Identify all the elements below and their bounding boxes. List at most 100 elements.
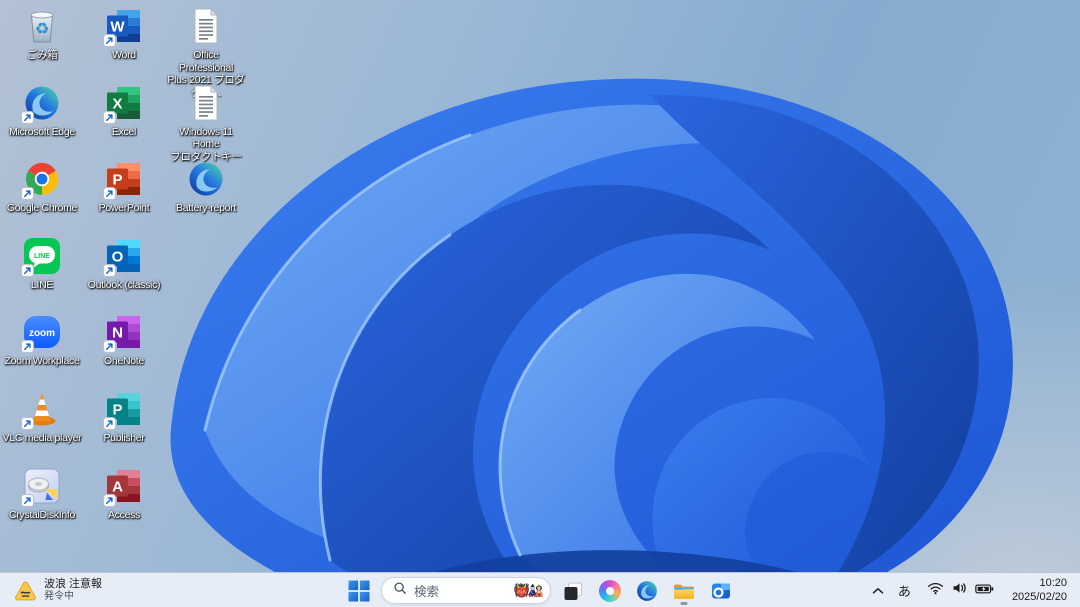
shortcut-arrow-icon bbox=[21, 263, 34, 277]
desktop-icon-label: VLC media player bbox=[2, 432, 82, 444]
system-tray: あ 10:20 2025/02/20 bbox=[867, 573, 1074, 607]
clock[interactable]: 10:20 2025/02/20 bbox=[1005, 576, 1074, 606]
desktop-icon-item[interactable]: ♻ ごみ箱 bbox=[1, 6, 83, 62]
widget-alert-status: 発令中 bbox=[44, 591, 74, 602]
shortcut-arrow-icon bbox=[103, 110, 116, 124]
edge-icon bbox=[186, 159, 226, 199]
shortcut-arrow-icon bbox=[21, 417, 34, 430]
desktop-icon-label: Battery-report bbox=[176, 202, 236, 215]
ime-mode-button[interactable]: あ bbox=[893, 576, 916, 606]
desktop-icon-publisher[interactable]: P Publisher bbox=[83, 389, 165, 445]
powerpoint-icon: P bbox=[103, 159, 144, 201]
desktop-icon-google-chrome[interactable]: Google Chrome bbox=[1, 159, 83, 215]
file-explorer-icon bbox=[672, 579, 696, 603]
copilot-icon bbox=[599, 579, 621, 602]
task-view-button[interactable] bbox=[558, 576, 588, 606]
shortcut-arrow-icon bbox=[103, 34, 116, 47]
file-explorer-button[interactable] bbox=[669, 576, 699, 606]
shortcut-arrow-icon bbox=[21, 110, 34, 124]
widgets-button[interactable]: 波浪 注意報 発令中 bbox=[8, 573, 108, 607]
desktop-icon-crystaldiskinfo[interactable]: CrystalDiskInfo bbox=[1, 466, 83, 522]
running-app-indicator bbox=[680, 601, 688, 605]
svg-text:LINE: LINE bbox=[34, 253, 50, 260]
vlc-icon bbox=[21, 389, 62, 430]
access-icon: A bbox=[103, 466, 144, 507]
weather-warning-icon bbox=[14, 580, 37, 601]
desktop-icon-onenote[interactable]: N OneNote bbox=[83, 312, 165, 368]
shortcut-arrow-icon bbox=[103, 263, 116, 277]
desktop-icon-zoom-workplace[interactable]: zoom Zoom Workplace bbox=[1, 312, 83, 368]
desktop-icon-label: Access bbox=[107, 508, 141, 521]
desktop-icon-label: Outlook (classic) bbox=[87, 278, 161, 291]
shortcut-arrow-icon bbox=[21, 493, 34, 507]
desktop-icon-access[interactable]: A Access bbox=[83, 466, 165, 522]
desktop-icon-label: Publisher bbox=[103, 432, 145, 444]
desktop-icon-label: Microsoft Edge bbox=[9, 125, 75, 138]
outlook-button[interactable] bbox=[706, 576, 736, 606]
desktop-icon-area: ♻ ごみ箱 Microsoft Edge Google Chrome LINE LI… bbox=[0, 0, 1080, 572]
taskbar: 波浪 注意報 発令中 検索 👹🎎 あ 10:20 2025/02/20 bbox=[0, 572, 1080, 607]
volume-icon bbox=[951, 581, 968, 600]
shortcut-arrow-icon bbox=[21, 187, 34, 201]
publisher-icon: P bbox=[103, 389, 144, 430]
desktop-icon-label: OneNote bbox=[104, 355, 144, 368]
start-button[interactable] bbox=[344, 576, 374, 606]
desktop-icon-label: CrystalDiskInfo bbox=[8, 508, 76, 521]
windows-11-desktop: { "wallpaper": { "name": "windows-11-blo… bbox=[0, 0, 1080, 607]
clock-date: 2025/02/20 bbox=[1011, 590, 1067, 603]
shortcut-arrow-icon bbox=[103, 417, 116, 430]
search-icon bbox=[393, 581, 407, 600]
doc-icon bbox=[186, 83, 226, 123]
excel-icon: X bbox=[103, 83, 144, 124]
svg-text:W: W bbox=[110, 19, 125, 36]
svg-text:A: A bbox=[112, 478, 123, 495]
chevron-up-icon bbox=[872, 582, 884, 600]
word-icon: W bbox=[103, 6, 144, 47]
desktop-icon-word[interactable]: W Word bbox=[83, 6, 165, 62]
search-box[interactable]: 検索 👹🎎 bbox=[381, 577, 551, 604]
outlook-icon bbox=[709, 579, 733, 603]
svg-text:N: N bbox=[112, 325, 123, 342]
svg-text:P: P bbox=[112, 402, 122, 419]
desktop-icon-outlook-classic[interactable]: O Outlook (classic) bbox=[83, 236, 165, 292]
hidden-icons-button[interactable] bbox=[867, 576, 889, 606]
desktop-icon-label: Google Chrome bbox=[6, 202, 78, 215]
copilot-button[interactable] bbox=[595, 576, 625, 606]
svg-text:zoom: zoom bbox=[29, 328, 55, 339]
recycle-bin-icon: ♻ bbox=[22, 6, 62, 46]
desktop-icon-powerpoint[interactable]: P PowerPoint bbox=[83, 159, 165, 215]
svg-text:O: O bbox=[112, 248, 124, 265]
svg-text:X: X bbox=[112, 95, 122, 112]
widget-alert-title: 波浪 注意報 bbox=[44, 578, 103, 590]
zoom-icon: zoom bbox=[21, 312, 62, 354]
svg-text:P: P bbox=[112, 172, 122, 189]
desktop-icon-windows-11-home[interactable]: Windows 11 Home プロダクトキー bbox=[165, 83, 247, 164]
desktop-icon-label: Word bbox=[112, 49, 136, 61]
line-icon: LINE bbox=[21, 236, 62, 277]
wifi-icon bbox=[927, 581, 944, 600]
outlook-classic-icon: O bbox=[103, 236, 144, 277]
edge-icon bbox=[21, 83, 62, 124]
desktop-icon-label: LINE bbox=[30, 278, 54, 291]
shortcut-arrow-icon bbox=[103, 340, 116, 354]
shortcut-arrow-icon bbox=[103, 493, 116, 507]
doc-icon bbox=[186, 6, 226, 46]
svg-text:♻: ♻ bbox=[35, 19, 49, 38]
search-placeholder: 検索 bbox=[414, 585, 440, 599]
desktop-icon-excel[interactable]: X Excel bbox=[83, 83, 165, 139]
desktop-icon-label: Excel bbox=[111, 125, 137, 138]
chrome-icon bbox=[21, 159, 62, 201]
quick-settings-button[interactable] bbox=[920, 576, 1001, 606]
desktop-icon-label: Zoom Workplace bbox=[4, 355, 80, 368]
desktop-icon-vlc-media-player[interactable]: VLC media player bbox=[1, 389, 83, 445]
battery-charging-icon bbox=[975, 582, 994, 600]
task-view-icon bbox=[561, 579, 585, 603]
ime-mode-label: あ bbox=[897, 585, 911, 600]
edge-taskbar-button[interactable] bbox=[632, 576, 662, 606]
search-highlights-icon[interactable]: 👹🎎 bbox=[514, 584, 544, 597]
edge-icon bbox=[635, 579, 659, 603]
shortcut-arrow-icon bbox=[103, 187, 116, 201]
desktop-icon-battery-report[interactable]: Battery-report bbox=[165, 159, 247, 215]
desktop-icon-line[interactable]: LINE LINE bbox=[1, 236, 83, 292]
desktop-icon-microsoft-edge[interactable]: Microsoft Edge bbox=[1, 83, 83, 139]
